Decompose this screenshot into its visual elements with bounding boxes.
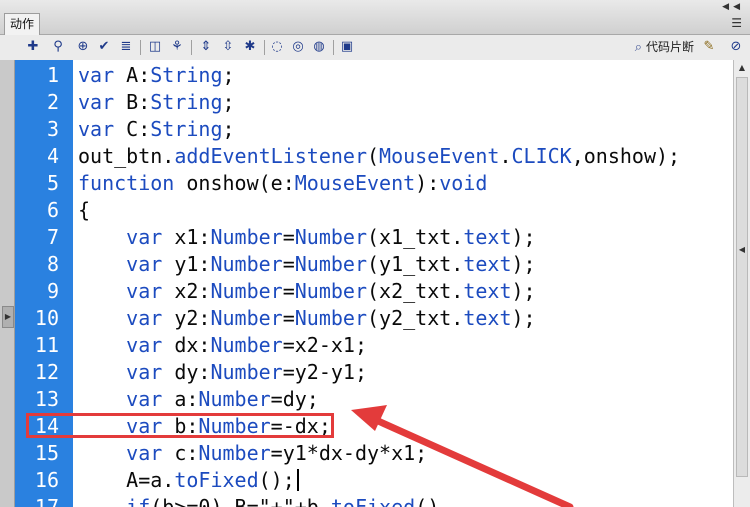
code-line[interactable]: 7 var x1:Number=Number(x1_txt.text); (15, 224, 733, 251)
debug-icon[interactable]: ◫ (146, 38, 164, 56)
code-line[interactable]: 2 var B:String; (15, 89, 733, 116)
code-line[interactable]: 17 if(b>=0) B="+"+b.toFixed() (15, 494, 733, 507)
code-text[interactable]: var B:String; (78, 89, 235, 116)
line-number: 10 (34, 306, 59, 330)
code-text[interactable]: var C:String; (78, 116, 235, 143)
panel-titlebar: 动作 ◀◀ ☰ (0, 0, 750, 35)
code-line[interactable]: 3 var C:String; (15, 116, 733, 143)
actions-toolbar: ✚ ⚲ ⊕ ✔ ≣ ◫ ⚘ ⇕ ⇳ ✱ ◌ ◎ ◍ ▣ ⌕ 代码片断 ✎ ⊘ (0, 35, 750, 61)
comment-icon[interactable]: ✱ (241, 38, 259, 56)
line-number: 7 (46, 225, 59, 249)
code-text[interactable]: var x2:Number=Number(x2_txt.text); (78, 278, 535, 305)
code-text[interactable]: { (78, 197, 90, 224)
line-number: 5 (46, 171, 59, 195)
left-collapse-strip[interactable]: ▶ (0, 60, 15, 507)
code-line[interactable]: 11 var dx:Number=x2-x1; (15, 332, 733, 359)
show-hide-toolbox-icon[interactable]: ▣ (338, 38, 356, 56)
code-line[interactable]: 5 function onshow(e:MouseEvent):void (15, 170, 733, 197)
line-number: 12 (34, 360, 59, 384)
line-number: 17 (34, 495, 59, 507)
code-text[interactable]: function onshow(e:MouseEvent):void (78, 170, 487, 197)
code-text[interactable]: var x1:Number=Number(x1_txt.text); (78, 224, 535, 251)
line-number: 11 (34, 333, 59, 357)
code-line[interactable]: 13 var a:Number=dy; (15, 386, 733, 413)
toolbar-divider (264, 40, 265, 55)
code-line[interactable]: 4 out_btn.addEventListener(MouseEvent.CLI… (15, 143, 733, 170)
code-text[interactable]: var dy:Number=y2-y1; (78, 359, 367, 386)
highlight-box (26, 413, 334, 438)
snippets-icon: ⌕ (634, 40, 642, 55)
panel-menu-icon[interactable]: ☰ (731, 16, 742, 30)
code-text[interactable]: out_btn.addEventListener(MouseEvent.CLIC… (78, 143, 680, 170)
line-number: 3 (46, 117, 59, 141)
line-number: 8 (46, 252, 59, 276)
line-number: 16 (34, 468, 59, 492)
code-text[interactable]: if(b>=0) B="+"+b.toFixed() (78, 494, 439, 507)
code-line[interactable]: 12 var dy:Number=y2-y1; (15, 359, 733, 386)
remove-comment-icon[interactable]: ◍ (310, 38, 328, 56)
find-icon[interactable]: ⚲ (49, 38, 67, 56)
code-line[interactable]: 1 var A:String; (15, 62, 733, 89)
wand-icon[interactable]: ✎ (700, 38, 718, 56)
apply-line-comment-icon[interactable]: ◎ (289, 38, 307, 56)
line-number: 2 (46, 90, 59, 114)
help-icon[interactable]: ⊘ (727, 38, 745, 56)
code-snippets-label: 代码片断 (645, 40, 694, 54)
code-line[interactable]: 15 var c:Number=y1*dx-dy*x1; (15, 440, 733, 467)
code-line[interactable]: 6{ (15, 197, 733, 224)
tab-actions[interactable]: 动作 (4, 13, 40, 35)
code-line[interactable]: 16 A=a.toFixed(); (15, 467, 733, 494)
code-text[interactable]: var dx:Number=x2-x1; (78, 332, 367, 359)
line-number: 15 (34, 441, 59, 465)
code-text[interactable]: var y2:Number=Number(y2_txt.text); (78, 305, 535, 332)
code-text[interactable]: var c:Number=y1*dx-dy*x1; (78, 440, 427, 467)
line-number: 1 (46, 63, 59, 87)
target-icon[interactable]: ⊕ (74, 38, 92, 56)
format-icon[interactable]: ≣ (117, 38, 135, 56)
toolbar-divider (333, 40, 334, 55)
expand-arrow-icon[interactable]: ▶ (2, 306, 14, 328)
uncomment-icon[interactable]: ◌ (268, 38, 286, 56)
scrollbar-thumb[interactable] (736, 77, 748, 477)
code-text[interactable]: A=a.toFixed(); (78, 467, 299, 494)
vertical-scrollbar[interactable]: ▲ ◀ (733, 60, 750, 507)
text-cursor (296, 469, 299, 491)
code-line[interactable]: 9 var x2:Number=Number(x2_txt.text); (15, 278, 733, 305)
toolbar-divider (140, 40, 141, 55)
check-icon[interactable]: ✔ (95, 38, 113, 56)
scroll-grip-icon: ◀ (738, 245, 746, 254)
code-line[interactable]: 8 var y1:Number=Number(y1_txt.text); (15, 251, 733, 278)
expand-icon[interactable]: ⇕ (197, 38, 215, 56)
line-number: 13 (34, 387, 59, 411)
line-number: 9 (46, 279, 59, 303)
code-snippets-button[interactable]: ⌕ 代码片断 (635, 38, 694, 56)
code-text[interactable]: var A:String; (78, 62, 235, 89)
line-number: 4 (46, 144, 59, 168)
expand-all-icon[interactable]: ⇳ (219, 38, 237, 56)
scroll-up-icon[interactable]: ▲ (734, 60, 750, 76)
code-text[interactable]: var a:Number=dy; (78, 386, 319, 413)
collapse-icon[interactable]: ⚘ (168, 38, 186, 56)
collapse-panel-icon[interactable]: ◀◀ (722, 2, 744, 12)
add-icon[interactable]: ✚ (24, 38, 42, 56)
line-number: 6 (46, 198, 59, 222)
script-editor[interactable]: 1 var A:String; 2 var B:String; 3 var C:Strin… (15, 60, 733, 507)
toolbar-divider (191, 40, 192, 55)
code-line[interactable]: 10 var y2:Number=Number(y2_txt.text); (15, 305, 733, 332)
code-text[interactable]: var y1:Number=Number(y1_txt.text); (78, 251, 535, 278)
